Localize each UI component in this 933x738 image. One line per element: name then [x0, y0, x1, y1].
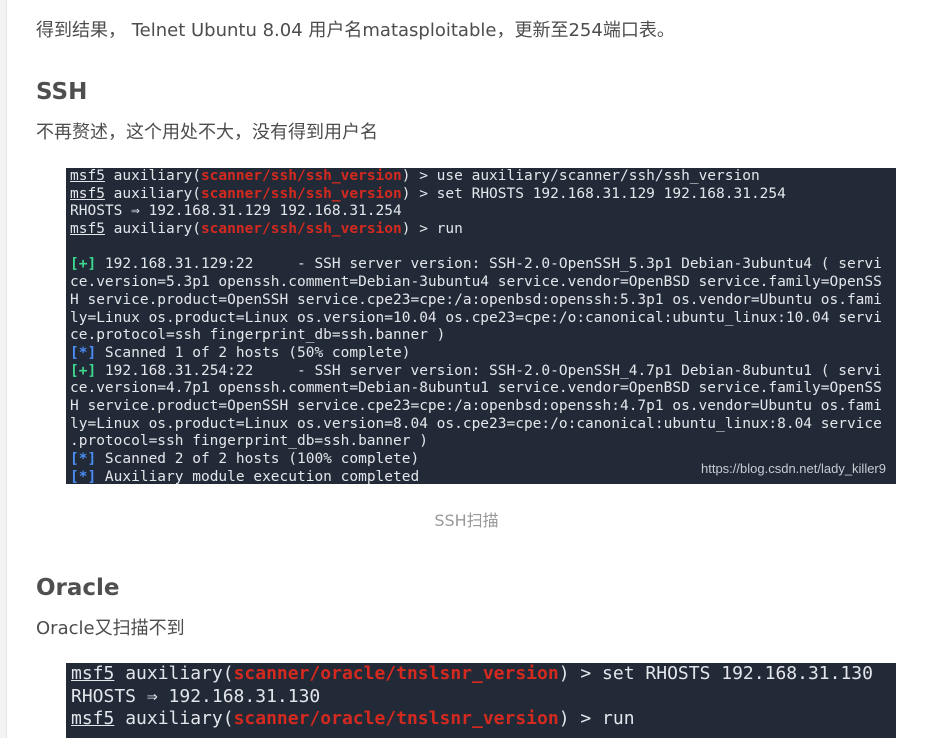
- info-marker: [*]: [70, 468, 97, 484]
- terminal-line: RHOSTS ⇒ 192.168.31.130: [71, 685, 321, 707]
- intro-text: 得到结果， Telnet Ubuntu 8.04 用户名matasploitab…: [36, 20, 675, 41]
- left-scroll-edge: [0, 0, 7, 738]
- terminal-line: msf5 auxiliary(scanner/ssh/ssh_version) …: [70, 168, 760, 184]
- oracle-scan-terminal-screenshot: msf5 auxiliary(scanner/oracle/tnslsnr_ve…: [66, 663, 896, 738]
- module-name: scanner/oracle/tnslsnr_version: [233, 708, 559, 729]
- module-name: scanner/oracle/tnslsnr_version: [233, 663, 559, 684]
- prompt-word: msf5: [70, 221, 105, 238]
- terminal-line: msf5 auxiliary(scanner/oracle/tnslsnr_ve…: [71, 663, 873, 684]
- terminal-line: [+] 192.168.31.129:22 - SSH server versi…: [70, 256, 882, 273]
- terminal-line: RHOSTS ⇒ 192.168.31.129 192.168.31.254: [70, 203, 402, 220]
- ssh-scan-terminal-screenshot: msf5 auxiliary(scanner/ssh/ssh_version) …: [66, 168, 896, 484]
- ssh-paragraph: 不再赘述，这个用处不大，没有得到用户名: [36, 122, 378, 143]
- prompt-word: msf5: [70, 168, 105, 184]
- oracle-heading: Oracle: [36, 575, 120, 601]
- success-marker: [+]: [70, 362, 97, 379]
- terminal-line: ce.protocol=ssh fingerprint_db=ssh.banne…: [70, 327, 446, 344]
- module-name: scanner/ssh/ssh_version: [200, 185, 402, 202]
- oracle-paragraph: Oracle又扫描不到: [36, 618, 185, 639]
- image-watermark: https://blog.csdn.net/lady_killer9: [701, 461, 886, 477]
- terminal-line: msf5 auxiliary(scanner/ssh/ssh_version) …: [70, 185, 786, 202]
- terminal-line: ce.version=4.7p1 openssh.comment=Debian-…: [70, 380, 882, 397]
- terminal-line: [+] 192.168.31.254:22 - SSH server versi…: [70, 362, 882, 379]
- terminal-line: ce.version=5.3p1 openssh.comment=Debian-…: [70, 274, 882, 291]
- success-marker: [+]: [70, 256, 97, 273]
- terminal-line: H service.product=OpenSSH service.cpe23=…: [70, 397, 882, 414]
- info-marker: [*]: [70, 344, 97, 361]
- command: run: [436, 221, 463, 238]
- command: run: [602, 708, 635, 729]
- ssh-heading: SSH: [36, 79, 88, 105]
- module-name: scanner/ssh/ssh_version: [200, 221, 402, 238]
- prompt-word: msf5: [70, 185, 105, 202]
- terminal-line: [*] Scanned 1 of 2 hosts (50% complete): [70, 344, 411, 361]
- image-caption: SSH扫描: [434, 511, 499, 530]
- terminal-line: .protocol=ssh fingerprint_db=ssh.banner …: [70, 433, 428, 450]
- terminal-line: ly=Linux os.product=Linux os.version=10.…: [70, 309, 882, 326]
- terminal-line: msf5 auxiliary(scanner/ssh/ssh_version) …: [70, 221, 463, 238]
- info-marker: [*]: [70, 451, 97, 467]
- terminal-line: msf5 auxiliary(scanner/oracle/tnslsnr_ve…: [71, 708, 635, 729]
- prompt-word: msf5: [71, 708, 115, 729]
- command: set RHOSTS 192.168.31.129 192.168.31.254: [436, 185, 786, 202]
- terminal-line: H service.product=OpenSSH service.cpe23=…: [70, 291, 882, 308]
- command: set RHOSTS 192.168.31.130: [602, 663, 873, 684]
- terminal-line: ly=Linux os.product=Linux os.version=8.0…: [70, 415, 882, 432]
- prompt-word: msf5: [71, 663, 115, 684]
- module-name: scanner/ssh/ssh_version: [200, 168, 402, 184]
- command: use auxiliary/scanner/ssh/ssh_version: [436, 168, 760, 184]
